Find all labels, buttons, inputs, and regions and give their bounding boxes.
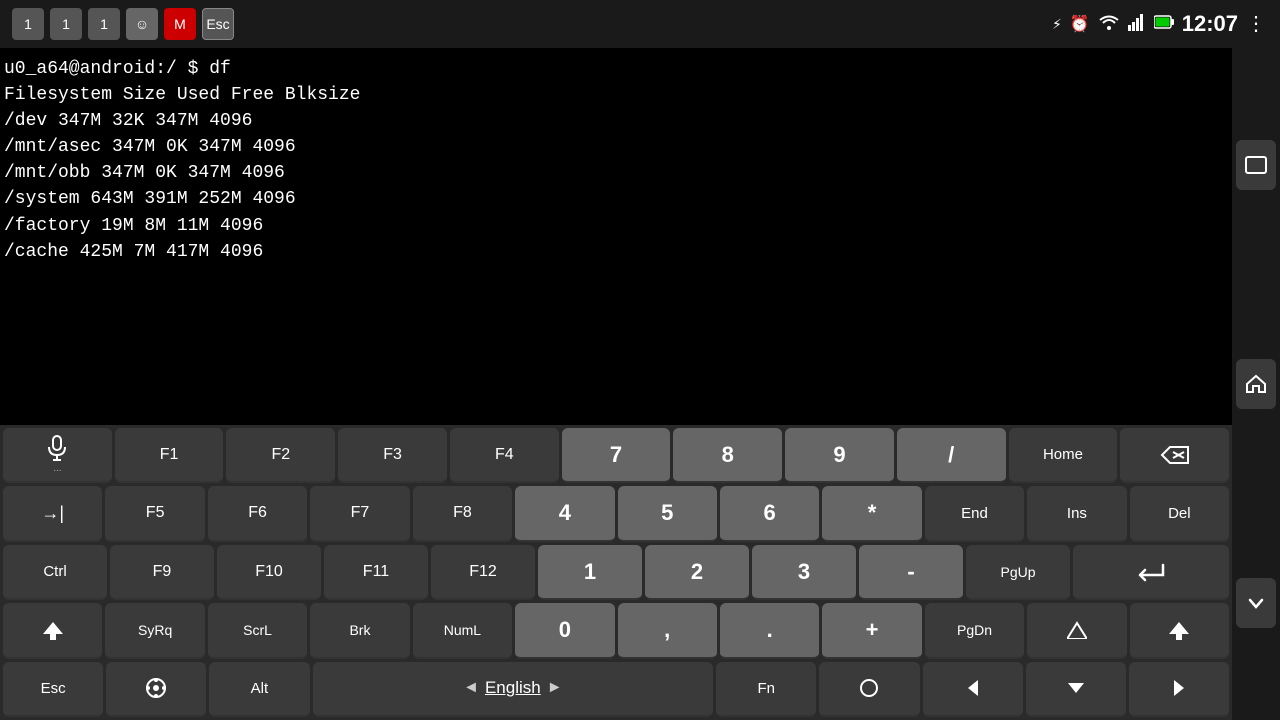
right-panel xyxy=(1232,48,1280,720)
kb-asterisk[interactable]: * xyxy=(822,486,921,541)
kb-enter[interactable] xyxy=(1073,545,1229,600)
alarm-icon: ⏰ xyxy=(1070,14,1090,34)
kb-f11[interactable]: F11 xyxy=(324,545,428,600)
kb-home[interactable]: Home xyxy=(1009,428,1118,483)
kb-fn[interactable]: Fn xyxy=(716,662,816,717)
kb-alt[interactable]: Alt xyxy=(209,662,309,717)
kb-f9[interactable]: F9 xyxy=(110,545,214,600)
terminal-row-asec: /mnt/asec 347M 0K 347M 4096 xyxy=(4,134,1228,160)
kb-8[interactable]: 8 xyxy=(673,428,782,483)
kb-minus[interactable]: - xyxy=(859,545,963,600)
kb-comma[interactable]: , xyxy=(618,603,717,658)
status-right-icons: ⚡ ⏰ xyxy=(1052,11,1268,37)
terminal-output[interactable]: u0_a64@android:/ $ df Filesystem Size Us… xyxy=(0,48,1232,425)
kb-row-1: ... F1 F2 F3 F4 7 8 9 / Home xyxy=(3,428,1229,483)
kb-row-3: Ctrl F9 F10 F11 F12 1 2 3 - PgUp xyxy=(3,545,1229,600)
kb-4[interactable]: 4 xyxy=(515,486,614,541)
status-icon-2: 1 xyxy=(50,8,82,40)
kb-2[interactable]: 2 xyxy=(645,545,749,600)
kb-settings-circle[interactable] xyxy=(106,662,206,717)
kb-ins[interactable]: Ins xyxy=(1027,486,1126,541)
right-panel-home-icon[interactable] xyxy=(1236,359,1276,409)
status-icon-smiley: ☺ xyxy=(126,8,158,40)
status-bar: 1 1 1 ☺ M Esc ⚡ ⏰ xyxy=(0,0,1280,48)
terminal-row-system: /system 643M 391M 252M 4096 xyxy=(4,186,1228,212)
terminal-header: Filesystem Size Used Free Blksize xyxy=(4,82,1228,108)
signal-icon xyxy=(1128,13,1146,36)
kb-ctrl[interactable]: Ctrl xyxy=(3,545,107,600)
kb-6[interactable]: 6 xyxy=(720,486,819,541)
kb-mic[interactable]: ... xyxy=(3,428,112,483)
lang-label: English xyxy=(485,678,541,698)
kb-pgdn[interactable]: PgDn xyxy=(925,603,1024,658)
right-panel-chevron-icon[interactable] xyxy=(1236,578,1276,628)
battery-icon xyxy=(1154,14,1174,35)
kb-down[interactable] xyxy=(1026,662,1126,717)
kb-numl[interactable]: NumL xyxy=(413,603,512,658)
kb-end[interactable]: End xyxy=(925,486,1024,541)
kb-tab[interactable]: →| xyxy=(3,486,102,541)
keyboard: ... F1 F2 F3 F4 7 8 9 / Home →| F5 F6 F7… xyxy=(0,425,1232,720)
kb-plus[interactable]: + xyxy=(822,603,921,658)
kb-right[interactable] xyxy=(1129,662,1229,717)
kb-f6[interactable]: F6 xyxy=(208,486,307,541)
status-icon-1: 1 xyxy=(12,8,44,40)
status-icon-3: 1 xyxy=(88,8,120,40)
kb-f12[interactable]: F12 xyxy=(431,545,535,600)
right-panel-rect-icon[interactable] xyxy=(1236,140,1276,190)
kb-up-outline[interactable] xyxy=(1027,603,1126,658)
status-icon-gmail: M xyxy=(164,8,196,40)
wifi-icon xyxy=(1098,13,1120,36)
kb-f8[interactable]: F8 xyxy=(413,486,512,541)
kb-brk[interactable]: Brk xyxy=(310,603,409,658)
kb-backspace[interactable] xyxy=(1120,428,1229,483)
kb-left[interactable] xyxy=(923,662,1023,717)
kb-5[interactable]: 5 xyxy=(618,486,717,541)
bluetooth-icon: ⚡ xyxy=(1052,14,1062,34)
kb-0[interactable]: 0 xyxy=(515,603,614,658)
kb-1[interactable]: 1 xyxy=(538,545,642,600)
overflow-menu[interactable]: ⋮ xyxy=(1246,11,1268,37)
kb-f1[interactable]: F1 xyxy=(115,428,224,483)
status-left-icons: 1 1 1 ☺ M Esc xyxy=(12,8,234,40)
kb-slash[interactable]: / xyxy=(897,428,1006,483)
kb-del[interactable]: Del xyxy=(1130,486,1229,541)
kb-circle[interactable] xyxy=(819,662,919,717)
kb-pgup[interactable]: PgUp xyxy=(966,545,1070,600)
kb-row-5: Esc Alt ◄ English ► Fn xyxy=(3,662,1229,717)
kb-language[interactable]: ◄ English ► xyxy=(313,662,714,717)
kb-esc[interactable]: Esc xyxy=(3,662,103,717)
kb-f4[interactable]: F4 xyxy=(450,428,559,483)
kb-row-2: →| F5 F6 F7 F8 4 5 6 * End Ins Del xyxy=(3,486,1229,541)
kb-9[interactable]: 9 xyxy=(785,428,894,483)
kb-f5[interactable]: F5 xyxy=(105,486,204,541)
kb-shift-right[interactable] xyxy=(1130,603,1229,658)
clock: 12:07 xyxy=(1182,11,1238,37)
kb-f2[interactable]: F2 xyxy=(226,428,335,483)
kb-shift-left[interactable] xyxy=(3,603,102,658)
terminal-row-obb: /mnt/obb 347M 0K 347M 4096 xyxy=(4,160,1228,186)
kb-f7[interactable]: F7 xyxy=(310,486,409,541)
kb-3[interactable]: 3 xyxy=(752,545,856,600)
kb-row-4: SyRq ScrL Brk NumL 0 , . + PgDn xyxy=(3,603,1229,658)
kb-sysrq[interactable]: SyRq xyxy=(105,603,204,658)
terminal-row-factory: /factory 19M 8M 11M 4096 xyxy=(4,213,1228,239)
status-icon-esc: Esc xyxy=(202,8,234,40)
kb-f3[interactable]: F3 xyxy=(338,428,447,483)
kb-dot[interactable]: . xyxy=(720,603,819,658)
terminal-row-cache: /cache 425M 7M 417M 4096 xyxy=(4,239,1228,265)
kb-7[interactable]: 7 xyxy=(562,428,671,483)
kb-scroll[interactable]: ScrL xyxy=(208,603,307,658)
terminal-row-dev: /dev 347M 32K 347M 4096 xyxy=(4,108,1228,134)
kb-f10[interactable]: F10 xyxy=(217,545,321,600)
terminal-prompt: u0_a64@android:/ $ df xyxy=(4,56,1228,82)
